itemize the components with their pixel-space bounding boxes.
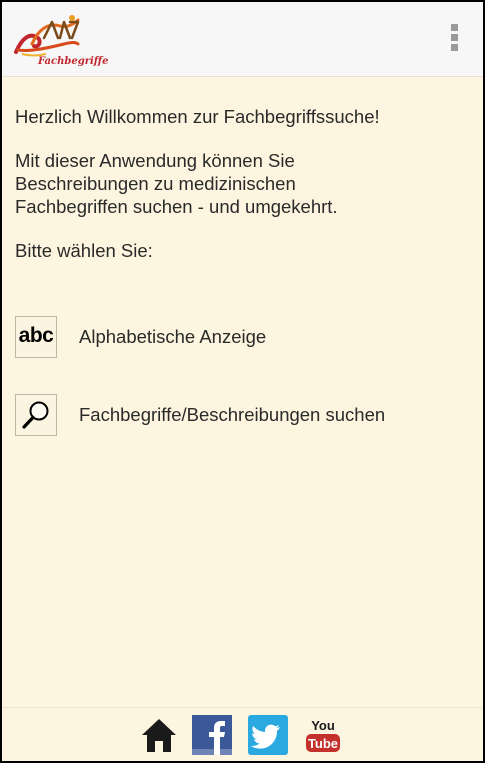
- intro-text: Mit dieser Anwendung können Sie Beschrei…: [15, 150, 338, 217]
- menu-item-alphabetical[interactable]: abc Alphabetische Anzeige: [15, 316, 266, 358]
- youtube-text-bottom: Tube: [308, 736, 338, 751]
- menu-item-label: Fachbegriffe/Beschreibungen suchen: [79, 404, 386, 425]
- choose-prompt: Bitte wählen Sie:: [15, 240, 153, 261]
- abc-icon: abc: [15, 316, 57, 358]
- app-logo[interactable]: Fachbegriffe: [8, 8, 118, 72]
- bottom-bar: You Tube: [2, 707, 483, 761]
- abc-icon-text: abc: [18, 324, 54, 347]
- welcome-text: Herzlich Willkommen zur Fachbegriffssuch…: [15, 106, 380, 127]
- overflow-menu-icon[interactable]: [449, 24, 459, 56]
- home-icon[interactable]: [139, 715, 179, 755]
- youtube-text-top: You: [311, 718, 335, 733]
- logo-text: Fachbegriffe: [38, 56, 109, 67]
- facebook-icon[interactable]: [192, 715, 232, 755]
- magnifier-icon: [15, 394, 57, 436]
- menu-item-search[interactable]: Fachbegriffe/Beschreibungen suchen: [15, 394, 385, 436]
- menu-item-label: Alphabetische Anzeige: [79, 326, 267, 347]
- youtube-icon[interactable]: You Tube: [303, 715, 343, 755]
- main-content: Herzlich Willkommen zur Fachbegriffssuch…: [15, 105, 470, 262]
- app-screen: Fachbegriffe Herzlich Willkommen zur Fac…: [2, 2, 483, 761]
- action-bar: Fachbegriffe: [2, 2, 483, 77]
- twitter-icon[interactable]: [248, 715, 288, 755]
